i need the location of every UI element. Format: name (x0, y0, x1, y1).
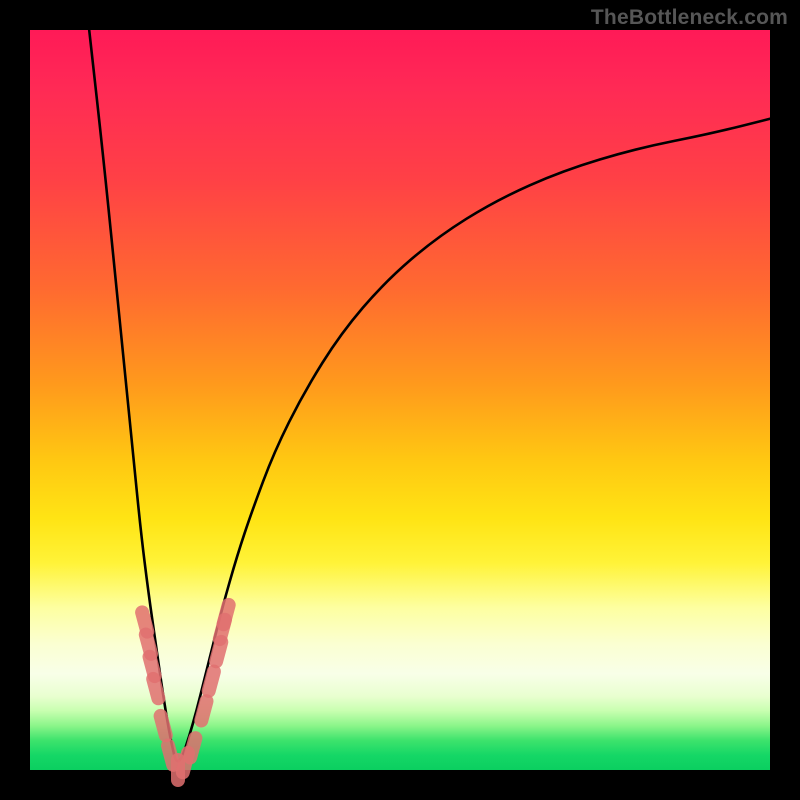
chart-container: TheBottleneck.com (0, 0, 800, 800)
valley-marker (209, 672, 214, 691)
valley-marker (201, 701, 206, 720)
valley-marker (190, 738, 195, 757)
curve-layer (30, 30, 770, 770)
watermark-text: TheBottleneck.com (591, 6, 788, 30)
valley-marker (161, 716, 166, 735)
bottleneck-curve (89, 30, 770, 761)
valley-marker (224, 605, 229, 624)
plot-area (30, 30, 770, 770)
valley-marker (153, 679, 158, 698)
